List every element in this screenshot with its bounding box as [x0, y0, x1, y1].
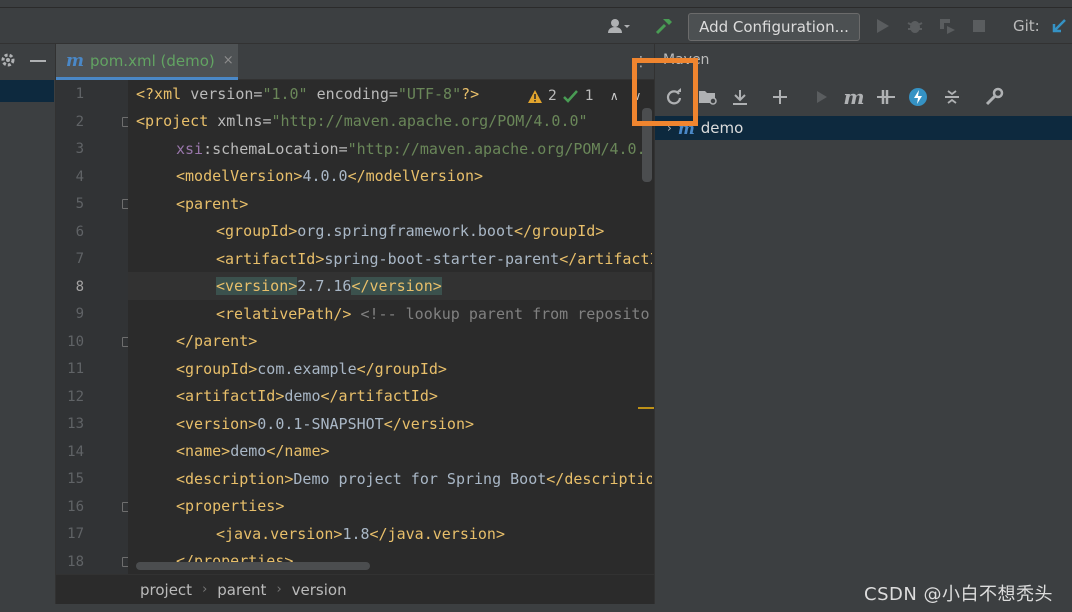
- download-icon[interactable]: [729, 86, 751, 108]
- line-number: 7: [75, 251, 84, 267]
- line-number: 10: [67, 334, 84, 350]
- hide-panel-icon[interactable]: [30, 60, 46, 62]
- code-line-13: <version>0.0.1-SNAPSHOT</version>: [176, 415, 475, 433]
- line-number-gutter: 1 2 3 4 5 6 7 8 9 10 11 12 13 14 15 16 1…: [56, 80, 132, 574]
- line-number: 8: [75, 279, 84, 295]
- line-number: 18: [67, 554, 84, 570]
- code-line-10: </parent>: [176, 332, 258, 350]
- line-number: 9: [75, 306, 84, 322]
- breadcrumb-separator-icon: ›: [276, 582, 282, 597]
- toggle-offline-icon[interactable]: [875, 86, 897, 108]
- warning-count: 2: [548, 88, 557, 104]
- maven-tool-window: Maven m › m demo: [654, 44, 1072, 612]
- editor-tab-bar: m pom.xml (demo) × ⋮: [56, 44, 654, 80]
- reload-highlight-box: [632, 58, 698, 126]
- generate-sources-icon[interactable]: [697, 86, 719, 108]
- line-number: 14: [67, 444, 84, 460]
- line-number: 6: [75, 224, 84, 240]
- chevron-up-icon[interactable]: ∧: [610, 89, 619, 103]
- breadcrumb-item[interactable]: parent: [217, 581, 266, 599]
- code-line-8: <version>2.7.16</version>: [216, 277, 442, 295]
- git-label: Git:: [1013, 17, 1040, 35]
- watermark: CSDN @小白不想秃头: [864, 584, 1054, 605]
- line-number: 1: [75, 86, 84, 102]
- breadcrumb-item[interactable]: project: [140, 581, 192, 599]
- maven-project-demo[interactable]: › m demo: [655, 116, 1072, 140]
- code-line-1: <?xml version="1.0" encoding="UTF-8"?>: [136, 85, 480, 103]
- code-line-3: xsi:schemaLocation="http://maven.apache.…: [176, 140, 652, 158]
- stop-icon[interactable]: [968, 14, 990, 38]
- code-line-11: <groupId>com.example</groupId>: [176, 360, 447, 378]
- maven-project-label: demo: [700, 119, 744, 137]
- menu-strip: [0, 0, 1072, 8]
- project-side-panel: [0, 44, 56, 612]
- horizontal-scrollbar[interactable]: [136, 562, 370, 570]
- line-number: 4: [75, 169, 84, 185]
- breadcrumb-item[interactable]: version: [292, 581, 347, 599]
- close-icon[interactable]: ×: [223, 53, 234, 68]
- tab-label: pom.xml (demo): [90, 51, 215, 70]
- code-line-15: <description>Demo project for Spring Boo…: [176, 470, 652, 488]
- warning-stripe-marker[interactable]: [638, 407, 654, 409]
- user-icon[interactable]: [602, 14, 636, 38]
- code-line-14: <name>demo</name>: [176, 442, 330, 460]
- git-update-icon[interactable]: [1048, 14, 1070, 38]
- code-line-17: <java.version>1.8</java.version>: [216, 525, 505, 543]
- line-number: 15: [67, 471, 84, 487]
- code-line-9: <relativePath/> <!-- lookup parent from …: [216, 305, 652, 323]
- warning-icon: [528, 89, 542, 103]
- coverage-icon[interactable]: [936, 14, 958, 38]
- tab-pom-xml[interactable]: m pom.xml (demo) ×: [56, 44, 238, 80]
- breadcrumb-separator-icon: ›: [202, 582, 208, 597]
- line-number: 16: [67, 499, 84, 515]
- collapse-all-icon[interactable]: [941, 86, 963, 108]
- run-icon[interactable]: [872, 14, 894, 38]
- line-number: 12: [67, 389, 84, 405]
- skip-tests-icon[interactable]: [907, 86, 929, 108]
- code-line-2: <project xmlns="http://maven.apache.org/…: [136, 112, 588, 130]
- line-number: 2: [75, 114, 84, 130]
- ok-count: 1: [584, 88, 594, 104]
- build-hammer-icon[interactable]: [652, 14, 676, 38]
- check-icon: [563, 89, 578, 103]
- add-icon[interactable]: [769, 86, 791, 108]
- wrench-icon[interactable]: [983, 86, 1005, 108]
- code-line-5: <parent>: [176, 195, 249, 213]
- code-editor[interactable]: <?xml version="1.0" encoding="UTF-8"?> <…: [128, 80, 652, 574]
- main-toolbar: Add Configuration... Git:: [0, 0, 1072, 44]
- line-number: 11: [67, 361, 84, 377]
- line-number: 5: [75, 196, 84, 212]
- code-line-6: <groupId>org.springframework.boot</group…: [216, 222, 605, 240]
- line-number: 13: [67, 416, 84, 432]
- selected-project-item[interactable]: [0, 80, 54, 102]
- gear-icon[interactable]: [0, 52, 16, 72]
- execute-goal-icon[interactable]: m: [843, 85, 865, 109]
- add-configuration-button[interactable]: Add Configuration...: [688, 13, 860, 41]
- maven-file-icon: m: [66, 50, 84, 71]
- breadcrumb: project › parent › version: [56, 574, 654, 604]
- code-line-7: <artifactId>spring-boot-starter-parent</…: [216, 250, 652, 268]
- line-number: 17: [67, 526, 84, 542]
- code-line-16: <properties>: [176, 497, 285, 515]
- line-number: 3: [75, 141, 84, 157]
- run-maven-icon[interactable]: [811, 86, 833, 108]
- code-line-4: <modelVersion>4.0.0</modelVersion>: [176, 167, 484, 185]
- debug-icon[interactable]: [904, 14, 926, 38]
- maven-toolbar: m: [655, 80, 1072, 114]
- code-line-12: <artifactId>demo</artifactId>: [176, 387, 438, 405]
